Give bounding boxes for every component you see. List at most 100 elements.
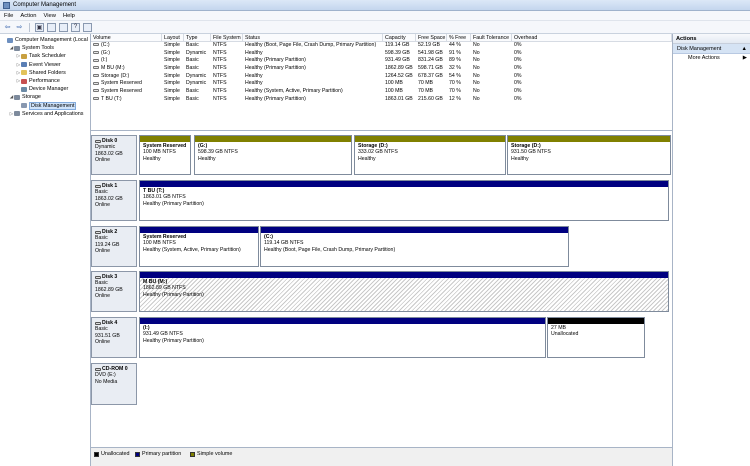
disk-label[interactable]: Disk 2 Basic 119.24 GB Online (91, 226, 137, 267)
collapse-arrow-icon[interactable]: ▲ (742, 44, 747, 53)
volume-name: T BU (T:) (101, 95, 122, 102)
disk-label[interactable]: Disk 3 Basic 1862.89 GB Online (91, 271, 137, 312)
volume-row[interactable]: System Reserved Simple Basic NTFS Healthy (S… (91, 88, 672, 96)
volume-row[interactable]: M BU (M:) Simple Basic NTFS Healthy (Primary… (91, 65, 672, 73)
tree-node-label: Performance (29, 77, 60, 84)
column-volume[interactable]: Volume (91, 34, 162, 41)
volume-cell: (I:) (91, 57, 162, 65)
tree-node[interactable]: ▷ Shared Folders (0, 69, 90, 77)
volume-cell: 0% (514, 49, 522, 56)
volume-name: Storage (D:) (101, 72, 130, 79)
tree-node[interactable]: ▷ Performance (0, 77, 90, 85)
more-actions-item[interactable]: More Actions ▶ (673, 54, 750, 63)
node-icon (14, 94, 20, 100)
volume-cell: No (473, 65, 480, 72)
volume-cell: Simple (164, 42, 180, 48)
partition-status: Healthy (Primary Partition) (143, 200, 204, 207)
disk-info: No Media (95, 378, 118, 385)
partition[interactable]: Storage (D:) 333.02 GB NTFS Healthy (354, 135, 506, 175)
disk-label[interactable]: Disk 4 Basic 931.51 GB Online (91, 317, 137, 358)
volume-list-header: Volume Layout Type File System Status Ca… (91, 34, 672, 42)
computer-management-icon (3, 1, 10, 9)
column-fault-tolerance[interactable]: Fault Tolerance (471, 34, 512, 41)
column-free-space[interactable]: Free Space (416, 34, 447, 41)
help-icon[interactable]: ? (71, 22, 80, 32)
partition-text: System Reserved 100 MB NTFS Healthy (140, 142, 190, 174)
column-file-system[interactable]: File System (211, 34, 243, 41)
volume-cell: Storage (D:) (91, 73, 162, 81)
volume-row[interactable]: (C:) Simple Basic NTFS Healthy (Boot, Page F… (91, 42, 672, 50)
partition-text: Storage (D:) 333.02 GB NTFS Healthy (355, 142, 505, 174)
volume-icon (93, 81, 99, 85)
tree-node[interactable]: Computer Management (Local (0, 36, 90, 44)
column-percent-free[interactable]: % Free (447, 34, 471, 41)
tree-node[interactable]: Disk Management (0, 101, 90, 110)
show-action-pane-icon[interactable] (83, 22, 92, 32)
column-type[interactable]: Type (184, 34, 211, 41)
partition-status: Healthy (Boot, Page File, Crash Dump, Pr… (264, 246, 396, 253)
volume-cell: NTFS (213, 95, 227, 102)
node-icon (21, 62, 27, 68)
forward-arrow-icon[interactable]: ⇨ (15, 23, 24, 32)
menu-help[interactable]: Help (63, 13, 75, 19)
show-hide-tree-icon[interactable] (47, 22, 56, 32)
disk-label[interactable]: Disk 0 Dynamic 1863.02 GB Online (91, 135, 137, 175)
menu-file[interactable]: File (4, 13, 13, 19)
disk-row: Disk 1 Basic 1863.02 GB Online T BU (T:) 1863… (91, 180, 671, 221)
volume-cell: Simple (164, 49, 180, 56)
volume-cell: 0% (514, 80, 522, 87)
partition[interactable]: T BU (T:) 1863.01 GB NTFS Healthy (Primary… (139, 180, 669, 221)
partition[interactable]: (I:) 931.49 GB NTFS Healthy (Primary Parti… (139, 317, 546, 358)
volume-rows: (C:) Simple Basic NTFS Healthy (Boot, Page F… (91, 42, 672, 104)
legend-label: Simple volume (197, 451, 233, 457)
tree-node[interactable]: ▷ Task Scheduler (0, 52, 90, 60)
actions-section-disk-management[interactable]: Disk Management ▲ (673, 44, 750, 54)
volume-cell: No (473, 57, 480, 64)
volume-row[interactable]: System Reserved Simple Dynamic NTFS Healthy 1… (91, 80, 672, 88)
up-one-level-icon[interactable]: ▣ (35, 22, 44, 32)
volume-row[interactable]: (I:) Simple Basic NTFS Healthy (Primary Part… (91, 57, 672, 65)
tree-node[interactable]: ◢ System Tools (0, 44, 90, 52)
disk-label[interactable]: CD-ROM 0 DVD (E:) No Media (91, 363, 137, 405)
volume-cell: Simple (164, 57, 180, 64)
volume-row[interactable]: T BU (T:) Simple Basic NTFS Healthy (Primary… (91, 96, 672, 104)
partition[interactable]: 27 MB Unallocated (547, 317, 645, 358)
column-layout[interactable]: Layout (162, 34, 184, 41)
tree-node[interactable]: ◢ Storage (0, 93, 90, 101)
partition[interactable]: (G:) 598.39 GB NTFS Healthy (194, 135, 352, 175)
disk-label[interactable]: Disk 1 Basic 1863.02 GB Online (91, 180, 137, 221)
legend-label: Unallocated (101, 451, 130, 457)
back-arrow-icon[interactable]: ⇦ (3, 23, 12, 32)
volume-row[interactable]: Storage (D:) Simple Dynamic NTFS Healthy 1264… (91, 73, 672, 81)
volume-cell: Simple (164, 95, 180, 102)
menu-view[interactable]: View (43, 13, 55, 19)
disk-graph: Disk 0 Dynamic 1863.02 GB Online System Rese… (91, 131, 672, 447)
partition[interactable]: System Reserved 100 MB NTFS Healthy (Syste… (139, 226, 259, 267)
tree-node[interactable]: ▷ Services and Applications (0, 110, 90, 118)
volume-cell: 0% (514, 57, 522, 64)
properties-icon[interactable] (59, 22, 68, 32)
disk-info: Online (95, 247, 110, 254)
node-icon (21, 103, 27, 109)
column-status[interactable]: Status (243, 34, 383, 41)
partition[interactable]: System Reserved 100 MB NTFS Healthy (139, 135, 191, 175)
partition[interactable]: M BU (M:) 1862.89 GB NTFS Healthy (Primary… (139, 271, 669, 312)
partition[interactable]: Storage (D:) 931.50 GB NTFS Healthy (507, 135, 671, 175)
legend-swatch (135, 451, 140, 457)
volume-cell: NTFS (213, 80, 227, 87)
disk-icon (95, 230, 101, 234)
menu-action[interactable]: Action (20, 13, 36, 19)
volume-row[interactable]: (G:) Simple Dynamic NTFS Healthy 598.39 GB 541… (91, 50, 672, 58)
volume-cell: 91 % (449, 49, 461, 56)
window-title: Computer Management (13, 2, 77, 8)
disk-row: Disk 0 Dynamic 1863.02 GB Online System Rese… (91, 135, 671, 175)
tree-node[interactable]: Device Manager (0, 85, 90, 93)
volume-cell: 931.49 GB (385, 57, 410, 64)
column-capacity[interactable]: Capacity (383, 34, 416, 41)
partition[interactable]: (C:) 119.14 GB NTFS Healthy (Boot, Page Fi… (260, 226, 569, 267)
volume-cell: 541.98 GB (418, 49, 443, 56)
column-overhead[interactable]: Overhead (512, 34, 672, 41)
tree-node-label: Services and Applications (22, 110, 84, 117)
volume-cell: 100 MB (385, 88, 403, 95)
tree-node[interactable]: ▷ Event Viewer (0, 61, 90, 69)
